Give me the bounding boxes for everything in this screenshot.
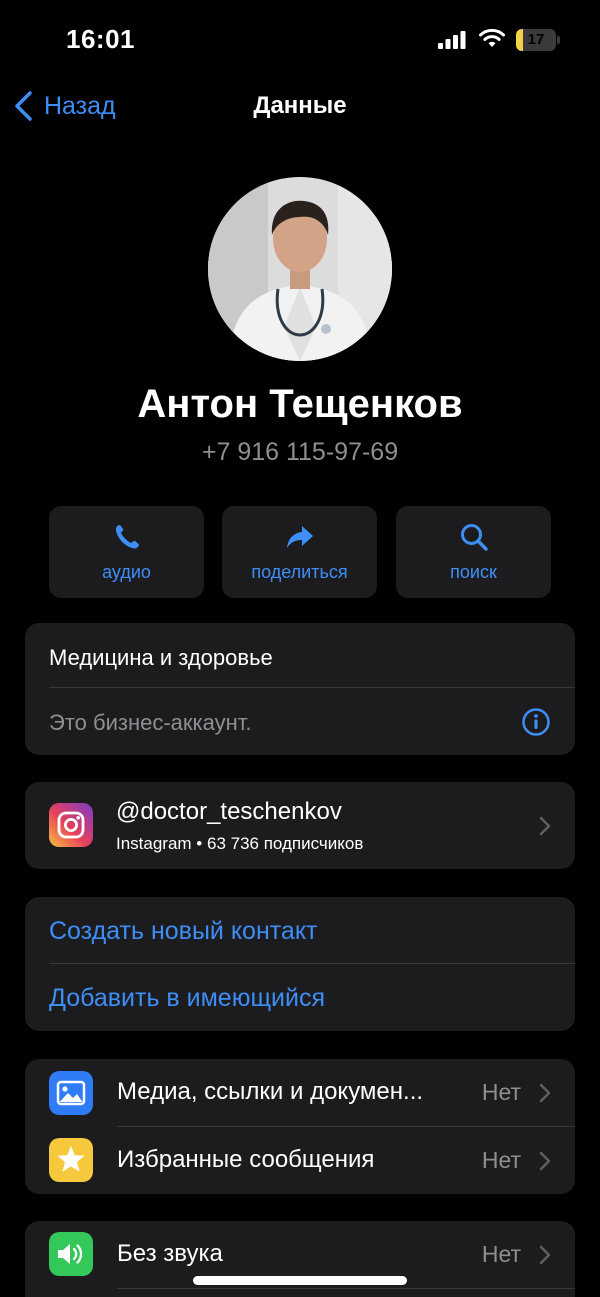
search-label: поиск — [450, 562, 497, 582]
chevron-right-icon — [539, 816, 551, 836]
profile-avatar[interactable] — [208, 177, 392, 361]
home-indicator[interactable] — [193, 1276, 407, 1285]
business-note: Это бизнес-аккаунт. — [49, 710, 252, 735]
search-button[interactable]: поиск — [396, 506, 551, 598]
starred-messages-row[interactable]: Избранные сообщения Нет — [25, 1126, 575, 1194]
media-links-docs-row[interactable]: Медиа, ссылки и докумен... Нет — [25, 1059, 575, 1126]
status-bar: 16:01 17 — [0, 0, 600, 80]
speaker-icon — [49, 1232, 93, 1276]
business-info-card: Медицина и здоровье Это бизнес-аккаунт. — [25, 623, 575, 755]
contact-actions-card: Создать новый контакт Добавить в имеющий… — [25, 897, 575, 1031]
instagram-card[interactable]: @doctor_teschenkov Instagram • 63 736 по… — [25, 782, 575, 869]
create-contact-link[interactable]: Создать новый контакт — [49, 917, 318, 946]
chevron-right-icon — [539, 1245, 551, 1265]
battery-level: 17 — [527, 31, 545, 48]
share-arrow-icon — [286, 526, 313, 548]
media-card: Медиа, ссылки и докумен... Нет Избранные… — [25, 1059, 575, 1194]
page-title: Данные — [253, 92, 347, 119]
wifi-icon — [479, 28, 505, 47]
mute-label: Без звука — [117, 1240, 223, 1267]
audio-call-button[interactable]: аудио — [49, 506, 204, 598]
media-value: Нет — [481, 1079, 521, 1105]
share-label: поделиться — [251, 562, 348, 582]
contact-name: Антон Тещенков — [137, 382, 463, 426]
add-to-existing-link[interactable]: Добавить в имеющийся — [49, 984, 325, 1013]
chevron-right-icon — [539, 1083, 551, 1103]
status-time: 16:01 — [66, 24, 135, 54]
battery-indicator: 17 — [516, 29, 560, 51]
navigation-bar: Назад Данные — [0, 80, 600, 132]
instagram-handle: @doctor_teschenkov — [116, 798, 342, 825]
info-icon[interactable] — [521, 707, 551, 737]
starred-value: Нет — [481, 1147, 521, 1173]
photo-icon — [49, 1071, 93, 1115]
contact-phone[interactable]: +7 916 115-97-69 — [0, 438, 600, 467]
phone-icon — [115, 525, 139, 549]
chevron-right-icon — [539, 1151, 551, 1171]
share-button[interactable]: поделиться — [222, 506, 377, 598]
instagram-icon — [49, 803, 93, 847]
mute-value: Нет — [481, 1241, 521, 1267]
cellular-signal-icon — [438, 31, 466, 49]
notifications-card: Без звука Нет — [25, 1221, 575, 1297]
media-label: Медиа, ссылки и докумен... — [117, 1078, 424, 1105]
audio-label: аудио — [102, 562, 151, 582]
starred-label: Избранные сообщения — [117, 1146, 375, 1173]
search-icon — [460, 524, 488, 551]
business-category: Медицина и здоровье — [49, 645, 273, 670]
instagram-meta: Instagram • 63 736 подписчиков — [116, 834, 364, 853]
avatar-photo — [208, 177, 392, 361]
star-icon — [49, 1138, 93, 1182]
quick-actions: аудио поделиться поиск — [49, 506, 551, 598]
